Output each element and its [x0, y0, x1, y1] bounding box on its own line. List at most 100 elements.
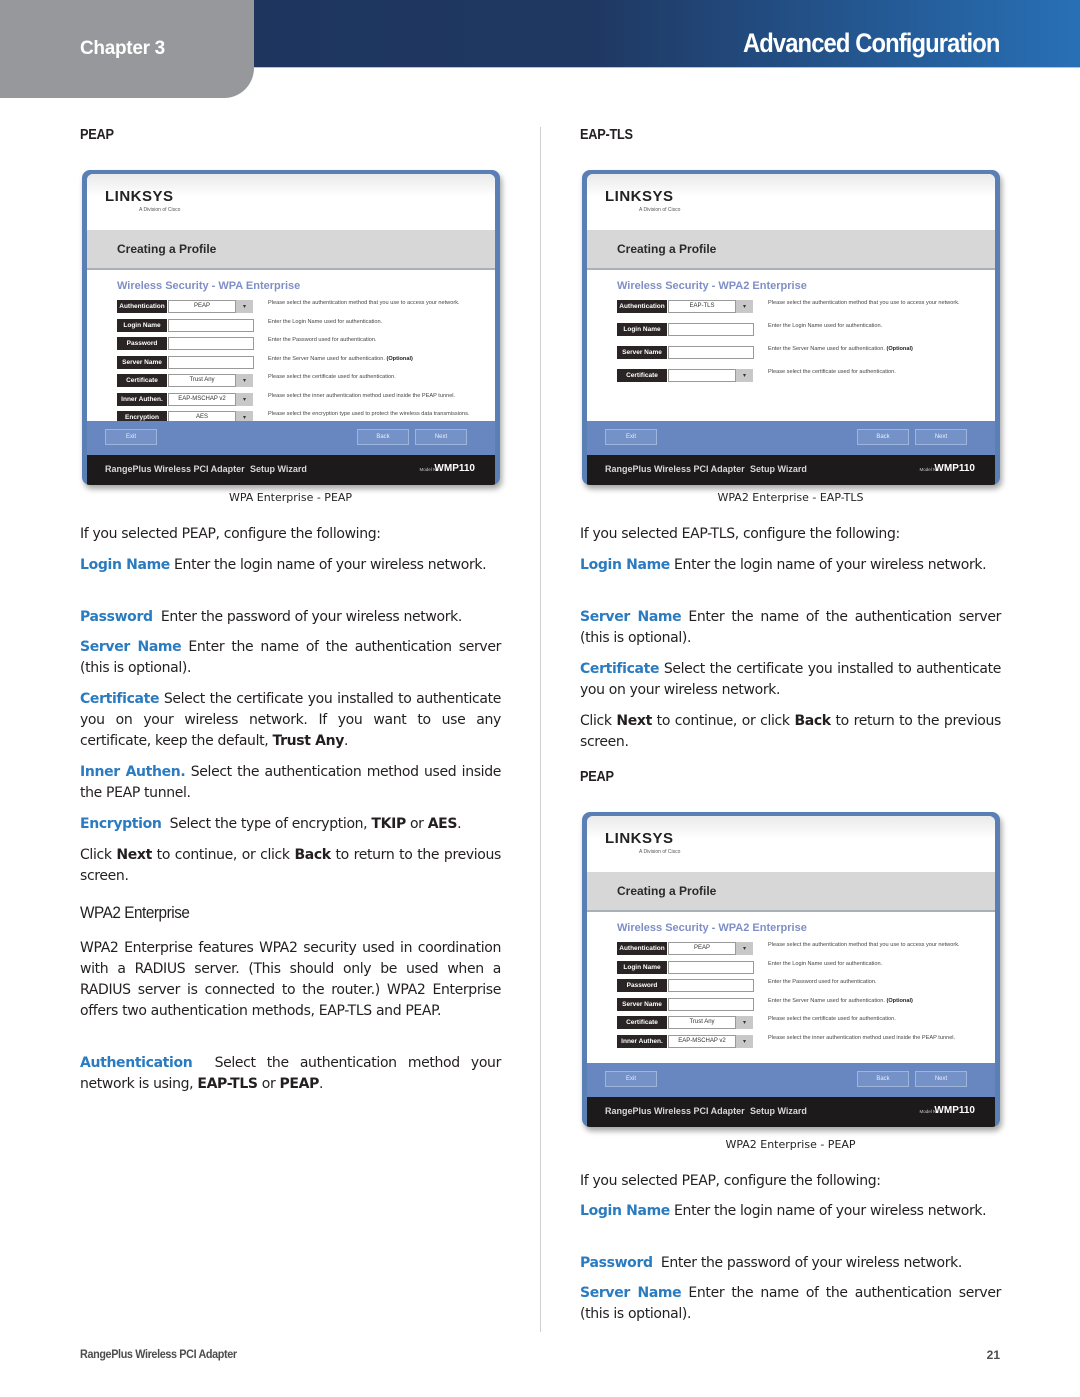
form-row: Server Name Enter the Server Name used fo…: [617, 346, 992, 360]
field-label: Certificate: [617, 369, 667, 382]
form-row: Authentication PEAP ▾ Please select the aut…: [117, 300, 492, 314]
form-row: Certificate Trust Any ▾ Please select the c…: [117, 374, 492, 388]
text-field[interactable]: [668, 323, 754, 336]
caption: WPA2 Enterprise - PEAP: [725, 1138, 856, 1151]
chevron-down-icon[interactable]: ▾: [736, 1016, 753, 1029]
form-row: Inner Authen. EAP-MSCHAP v2 ▾ Please select…: [617, 1034, 992, 1049]
window-body: LINKSYS A Division of Cisco Creating a Pro…: [587, 816, 995, 1127]
chevron-down-icon[interactable]: ▾: [736, 942, 753, 955]
chevron-down-icon[interactable]: ▾: [736, 1034, 753, 1048]
field-label: Authentication: [617, 300, 667, 313]
form-row: Login Name Enter the Login Name used for …: [617, 323, 992, 337]
title-band: Creating a Profile: [87, 230, 495, 270]
bold: AES: [427, 816, 458, 832]
field-label: Certificate: [117, 374, 167, 387]
footer-product: RangePlus Wireless PCI Adapter: [605, 1106, 745, 1116]
logo-subtitle: A Division of Cisco: [639, 849, 681, 855]
field-label: Server Name: [617, 997, 667, 1011]
button-bar: Exit Back Next: [587, 421, 995, 455]
tail: .: [344, 733, 349, 749]
linksys-logo: LINKSYS: [605, 830, 674, 847]
exit-button[interactable]: Exit: [605, 429, 657, 445]
text-field[interactable]: [168, 355, 254, 369]
term: Server Name: [580, 609, 682, 625]
exit-button[interactable]: Exit: [105, 429, 157, 445]
form-row: Password Enter the Password used for auth…: [117, 337, 492, 351]
chevron-down-icon[interactable]: ▾: [736, 300, 753, 313]
field-help: Please select the certificate used for a…: [268, 374, 396, 380]
item-certificate: Certificate Select the certificate you i…: [580, 659, 1001, 701]
item-password: Password Enter the password of your wire…: [580, 1253, 1001, 1274]
item-authentication: Authentication Select the authentication…: [80, 1053, 501, 1095]
chevron-down-icon[interactable]: ▾: [736, 369, 753, 382]
field-help: Please select the authentication method …: [268, 300, 460, 306]
back-button[interactable]: Back: [357, 429, 409, 445]
field-label: Password: [617, 979, 667, 992]
bold: Back: [294, 847, 331, 863]
window-title: Creating a Profile: [617, 884, 717, 898]
select-field[interactable]: PEAP: [668, 942, 736, 955]
text-field[interactable]: [668, 346, 754, 359]
back-button[interactable]: Back: [857, 1071, 909, 1087]
model-number: WMP110: [934, 1105, 975, 1116]
bold: Trust Any: [272, 733, 345, 749]
item-login-name: Login Name Enter the login name of your …: [580, 1201, 1001, 1222]
term: Password: [580, 1255, 653, 1271]
form-row: Inner Authen. EAP-MSCHAP v2 ▾ Please select…: [117, 392, 492, 407]
chevron-down-icon[interactable]: ▾: [236, 300, 253, 313]
field-help: Please select the authentication method …: [768, 300, 960, 306]
select-field[interactable]: PEAP: [168, 300, 236, 313]
term: Login Name: [80, 557, 170, 573]
chevron-down-icon[interactable]: ▾: [236, 392, 253, 406]
desc: Enter the login name of your wireless ne…: [169, 557, 487, 573]
field-label: Password: [117, 337, 167, 350]
title-band: Creating a Profile: [587, 230, 995, 270]
screenshot-wpa2-enterprise-eap-tls: LINKSYS A Division of Cisco Creating a Pro…: [582, 170, 1000, 485]
form-row: Login Name Enter the Login Name used for …: [117, 318, 492, 333]
term: Server Name: [80, 639, 182, 655]
select-field[interactable]: Trust Any: [668, 1016, 736, 1029]
text-field[interactable]: [668, 960, 754, 974]
text-field[interactable]: [168, 318, 254, 332]
desc: Enter the password of your wireless netw…: [652, 1255, 962, 1271]
subhead-peap: PEAP: [80, 126, 114, 143]
field-help: Enter the Login Name used for authentica…: [768, 960, 883, 967]
select-field[interactable]: Trust Any: [168, 374, 236, 387]
click-next-text: Click Next to continue, or click Back to…: [80, 845, 501, 887]
intro-text: If you selected EAP-TLS, configure the f…: [580, 526, 900, 542]
desc: Select the type of encryption,: [161, 816, 372, 832]
window-body: LINKSYS A Division of Cisco Creating a Pro…: [587, 174, 995, 485]
back-button[interactable]: Back: [857, 429, 909, 445]
select-field[interactable]: [668, 369, 736, 382]
next-button[interactable]: Next: [915, 429, 967, 445]
footer-product: RangePlus Wireless PCI Adapter: [105, 464, 245, 474]
heading-wpa2-enterprise: WPA2 Enterprise: [80, 903, 190, 922]
select-field[interactable]: EAP-MSCHAP v2: [668, 1034, 736, 1048]
field-help: Enter the Password used for authenticati…: [768, 979, 877, 985]
field-help: Enter the Server Name used for authentic…: [768, 346, 913, 352]
screenshot-wpa-enterprise-peap: LINKSYS A Division of Cisco Creating a Pro…: [82, 170, 500, 485]
item-server-name: Server Name Enter the name of the authen…: [580, 607, 1001, 649]
term: Password: [80, 609, 153, 625]
bold: Next: [116, 847, 152, 863]
field-label: Login Name: [617, 960, 667, 974]
chevron-down-icon[interactable]: ▾: [236, 374, 253, 387]
desc: to continue, or click: [651, 713, 795, 729]
help-optional: (Optional): [886, 997, 913, 1004]
window-header: LINKSYS A Division of Cisco: [587, 816, 995, 872]
text-field[interactable]: [668, 979, 754, 992]
field-help: Enter the Server Name used for authentic…: [768, 997, 913, 1004]
select-field[interactable]: EAP-MSCHAP v2: [168, 392, 236, 406]
select-field[interactable]: EAP-TLS: [668, 300, 736, 313]
form-row: Password Enter the Password used for auth…: [617, 979, 992, 993]
desc: Enter the password of your wireless netw…: [152, 609, 462, 625]
text-field[interactable]: [668, 997, 754, 1011]
exit-button[interactable]: Exit: [605, 1071, 657, 1087]
term: Encryption: [80, 816, 162, 832]
text-field[interactable]: [168, 337, 254, 350]
chapter-label: Chapter 3: [80, 38, 165, 59]
field-help: Please select the inner authentication m…: [268, 392, 456, 399]
field-label: Login Name: [117, 318, 167, 332]
next-button[interactable]: Next: [415, 429, 467, 445]
next-button[interactable]: Next: [915, 1071, 967, 1087]
